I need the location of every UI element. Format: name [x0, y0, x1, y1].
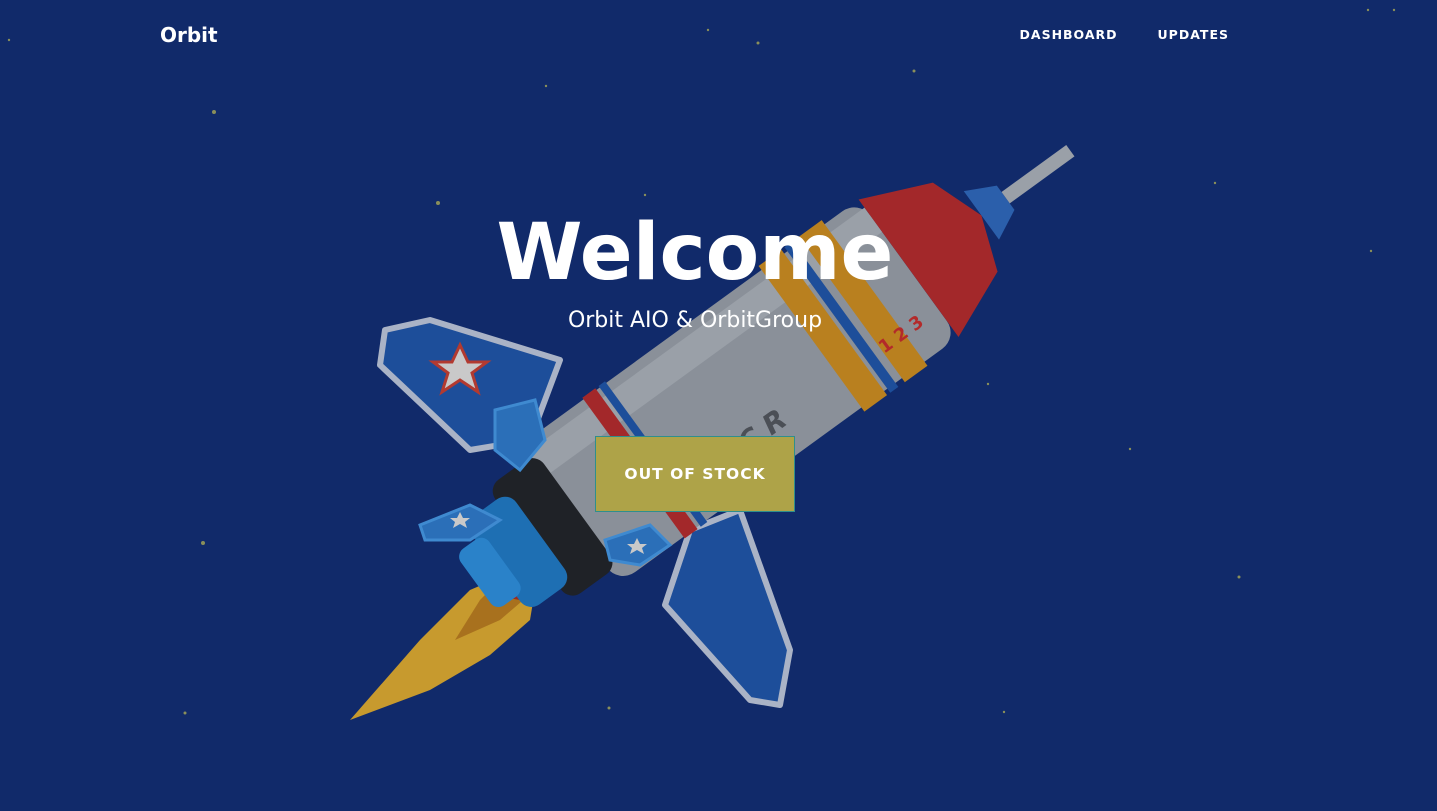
brand-logo[interactable]: Orbit [160, 20, 218, 50]
nav-link-updates[interactable]: UPDATES [1158, 26, 1229, 44]
out-of-stock-button[interactable]: OUT OF STOCK [595, 436, 795, 512]
rocket-illustration: C R 1 2 3 [7, 8, 1396, 720]
rocket: C R 1 2 3 [350, 145, 1075, 720]
hero-subtitle: Orbit AIO & OrbitGroup [567, 308, 823, 333]
nav-link-dashboard[interactable]: DASHBOARD [1020, 26, 1118, 44]
nav-links: DASHBOARD UPDATES [1020, 26, 1229, 44]
hero-section: C R 1 2 3 Orbit DASHBOARD UPDATES Welcom… [0, 0, 1437, 811]
top-nav: Orbit DASHBOARD UPDATES [0, 0, 1437, 70]
hero-title: Welcome [496, 208, 894, 298]
